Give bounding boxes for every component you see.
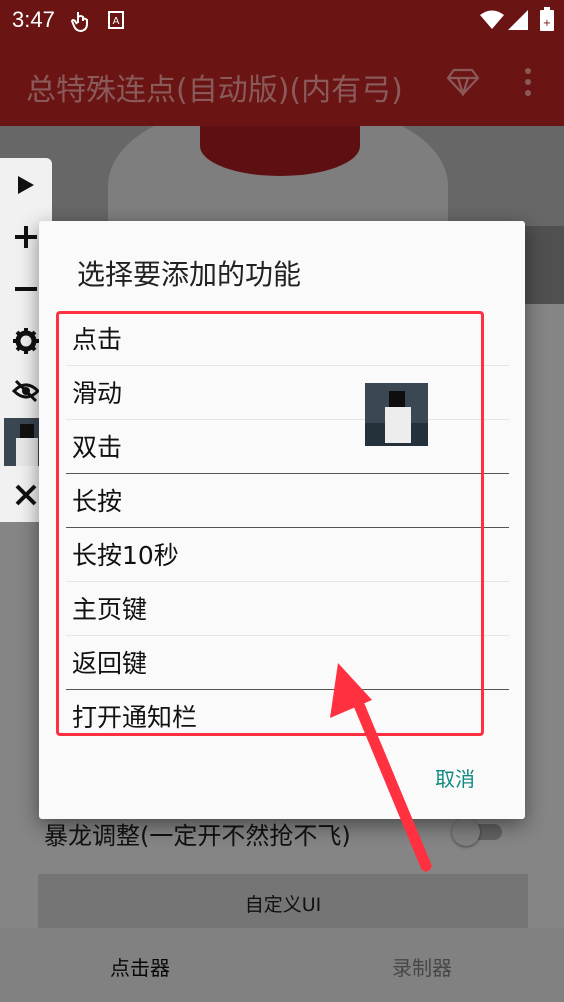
minus-icon	[15, 287, 37, 291]
svg-text:+: +	[543, 18, 551, 29]
signal-icon	[508, 10, 528, 30]
font-icon: A	[108, 11, 124, 29]
battery-icon: +	[540, 7, 554, 31]
annotation-highlight-box	[56, 311, 484, 736]
app-title: 总特殊连点(自动版)(内有弓)	[26, 73, 403, 108]
eye-off-icon	[12, 379, 40, 403]
dialog-title: 选择要添加的功能	[77, 258, 302, 291]
app-bar: 总特殊连点(自动版)(内有弓)	[0, 40, 564, 126]
plus-icon	[15, 226, 37, 248]
play-button[interactable]	[0, 162, 52, 208]
touch-icon	[70, 12, 88, 33]
status-bar: 3:47 A +	[0, 0, 564, 40]
play-icon	[18, 176, 34, 194]
gear-icon	[13, 328, 39, 354]
diamond-icon[interactable]	[446, 68, 480, 96]
more-vert-icon[interactable]	[520, 66, 536, 98]
status-time: 3:47	[12, 7, 55, 32]
svg-text:A: A	[113, 16, 120, 27]
close-icon	[15, 484, 37, 506]
cancel-button[interactable]: 取消	[435, 763, 475, 792]
wifi-icon	[480, 10, 504, 29]
